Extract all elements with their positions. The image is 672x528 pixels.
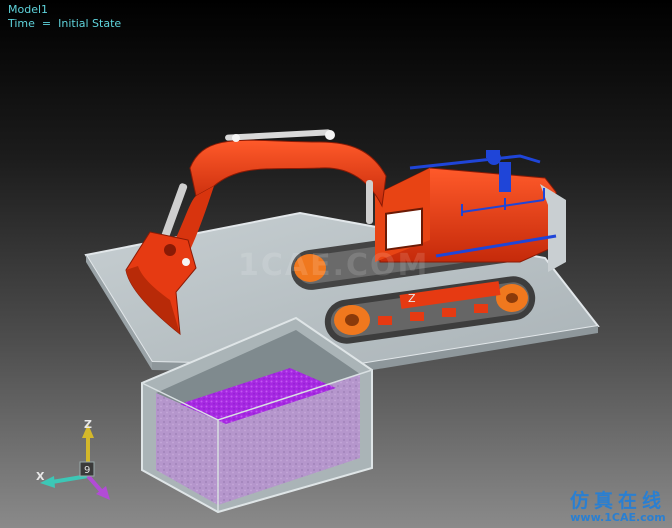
brand-chinese-text: 仿真在线	[569, 490, 666, 512]
y-axis-line	[86, 474, 104, 494]
3d-viewport[interactable]: Model1 Time = Initial State Z 1CAE.COM 9…	[0, 0, 672, 528]
axis-triad: 9 Z X	[36, 418, 110, 500]
x-axis-label: X	[36, 470, 45, 483]
y-axis-label: 9	[84, 465, 90, 476]
scene-z-marker: Z	[408, 292, 416, 305]
brand-url: www.1CAE.com	[570, 511, 666, 524]
x-axis-line	[51, 474, 89, 484]
watermark: 1CAE.COM	[238, 248, 430, 283]
brand-logo: 仿真在线 www.1CAE.com	[570, 490, 666, 524]
z-axis-label: Z	[84, 418, 92, 431]
